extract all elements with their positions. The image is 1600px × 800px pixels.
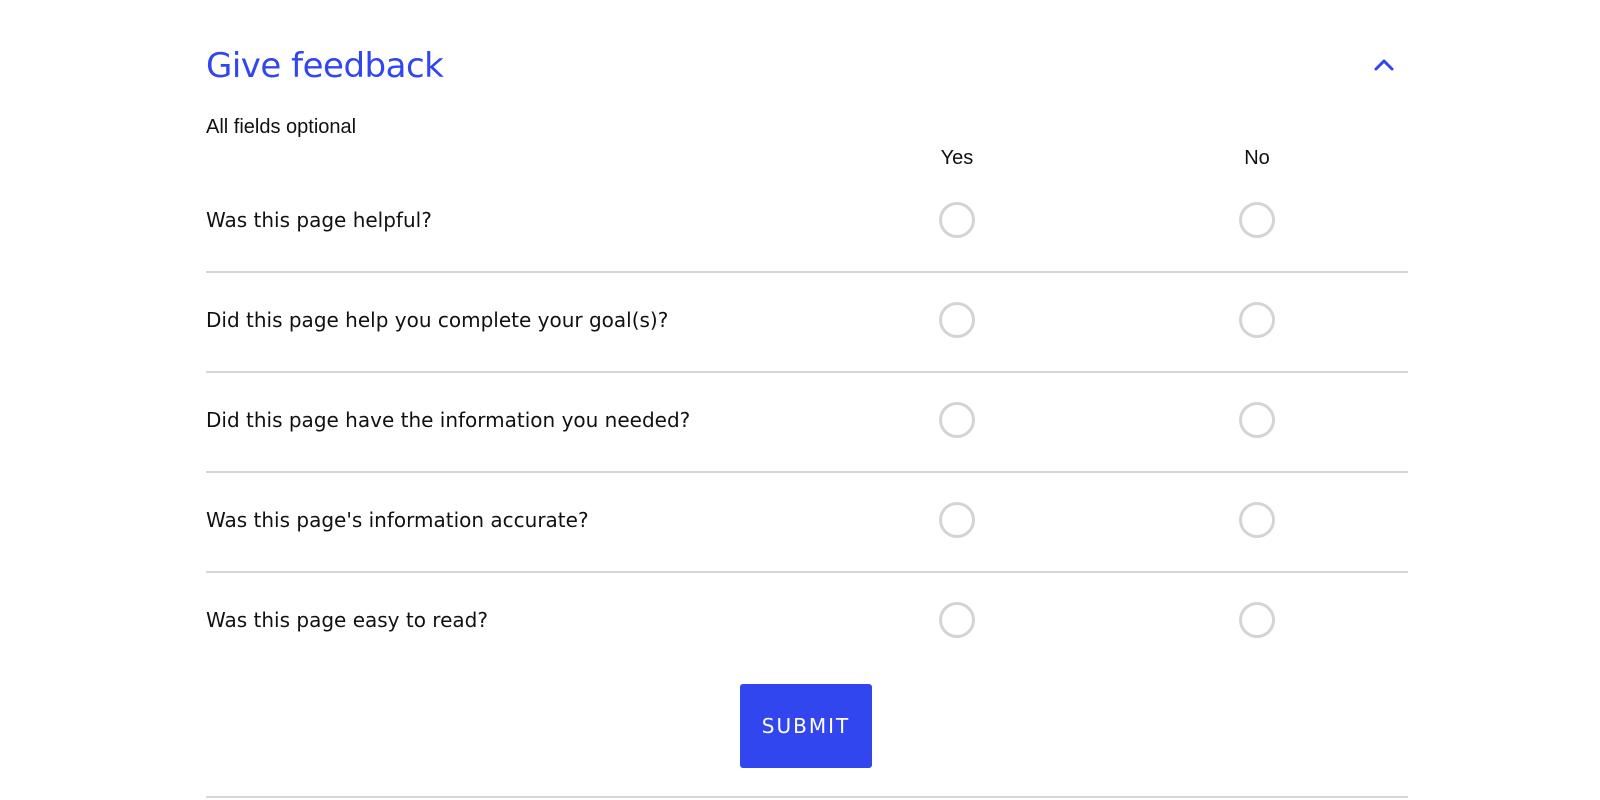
question-row: Was this page easy to read?: [206, 573, 1408, 673]
column-header-yes: Yes: [940, 147, 974, 169]
question-row: Did this page have the information you n…: [206, 373, 1408, 473]
radio-helpful-no[interactable]: [1239, 202, 1275, 238]
question-row: Did this page help you complete your goa…: [206, 273, 1408, 373]
radio-goal-no[interactable]: [1239, 302, 1275, 338]
question-label: Was this page's information accurate?: [206, 508, 589, 532]
bottom-divider: [206, 796, 1408, 798]
question-label: Did this page have the information you n…: [206, 408, 691, 432]
question-row: Was this page's information accurate?: [206, 473, 1408, 573]
submit-button[interactable]: SUBMIT: [740, 684, 872, 768]
chevron-up-icon: [1373, 58, 1395, 75]
question-label: Was this page easy to read?: [206, 608, 488, 632]
feedback-header[interactable]: Give feedback: [206, 40, 1408, 92]
question-label: Was this page helpful?: [206, 208, 432, 232]
radio-goal-yes[interactable]: [939, 302, 975, 338]
radio-accurate-no[interactable]: [1239, 502, 1275, 538]
fields-optional-note: All fields optional: [206, 116, 357, 138]
radio-easy-no[interactable]: [1239, 602, 1275, 638]
radio-helpful-yes[interactable]: [939, 202, 975, 238]
radio-information-yes[interactable]: [939, 402, 975, 438]
feedback-panel: Give feedback All fields optional Yes No…: [206, 0, 1408, 800]
feedback-title: Give feedback: [206, 46, 444, 86]
collapse-button[interactable]: [1370, 52, 1398, 80]
column-header-no: No: [1244, 147, 1270, 169]
radio-information-no[interactable]: [1239, 402, 1275, 438]
radio-easy-yes[interactable]: [939, 602, 975, 638]
question-label: Did this page help you complete your goa…: [206, 308, 669, 332]
question-row: Was this page helpful?: [206, 173, 1408, 273]
radio-accurate-yes[interactable]: [939, 502, 975, 538]
